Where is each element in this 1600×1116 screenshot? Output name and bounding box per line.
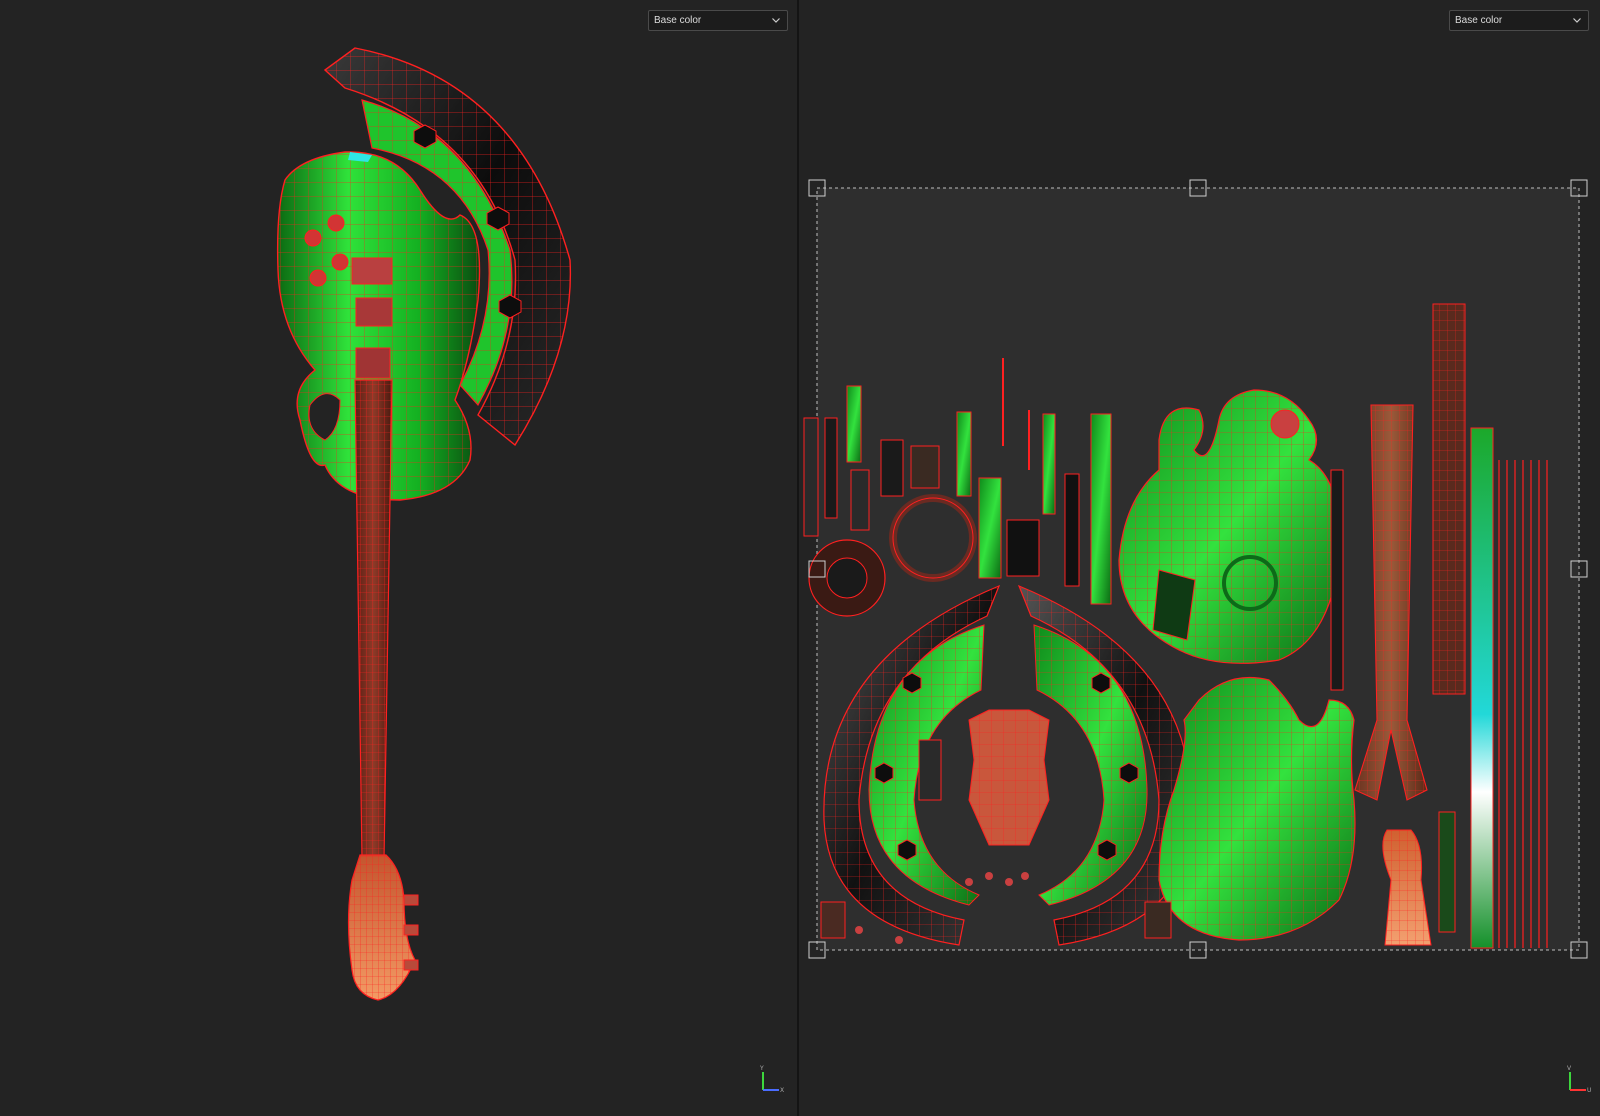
- axis-u-label: U: [1587, 1087, 1591, 1094]
- viewport-3d[interactable]: Base color Y X: [0, 0, 797, 1116]
- axis-x-label: X: [780, 1087, 784, 1094]
- channel-select-uv-value: Base color: [1455, 15, 1503, 26]
- channel-select-uv[interactable]: Base color: [1449, 10, 1589, 31]
- axis-y-label: Y: [759, 1065, 764, 1072]
- axis-v-label: V: [1567, 1065, 1572, 1072]
- channel-select-3d[interactable]: Base color: [648, 10, 788, 31]
- uv-layout[interactable]: [799, 0, 1600, 1116]
- axis-gizmo-icon: Y X: [755, 1064, 785, 1094]
- guitar-3d-model[interactable]: [0, 0, 797, 1116]
- axis-gizmo-icon: V U: [1562, 1064, 1592, 1094]
- chevron-down-icon: [1573, 18, 1581, 23]
- viewport-uv[interactable]: Base color V U: [799, 0, 1600, 1116]
- channel-select-3d-value: Base color: [654, 15, 702, 26]
- chevron-down-icon: [772, 18, 780, 23]
